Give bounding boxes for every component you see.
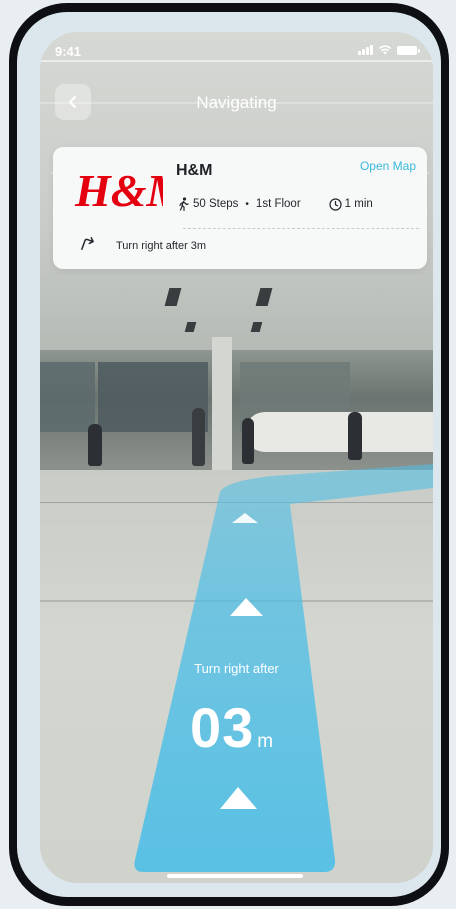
camera-view: 9:41 Navigating H&M H&M Open Map <box>40 32 433 883</box>
brand-logo-text: H&M <box>74 165 163 216</box>
walking-icon <box>179 197 189 211</box>
open-map-link[interactable]: Open Map <box>360 159 416 173</box>
guidance-label: Turn right after <box>194 661 279 676</box>
steps-count: 50 Steps <box>193 198 239 210</box>
signal-icon <box>358 45 373 55</box>
eta-time: 1 min <box>344 198 373 210</box>
eta: 1 min <box>329 197 373 211</box>
battery-icon <box>397 46 420 55</box>
brand-logo: H&M <box>74 165 163 216</box>
distance-unit: m <box>257 731 274 752</box>
destination-name: H&M <box>176 162 213 179</box>
status-time: 9:41 <box>55 44 82 59</box>
meta-separator: • <box>245 198 249 210</box>
page-title: Navigating <box>196 93 277 112</box>
destination-card: H&M H&M Open Map 50 Steps • 1st Floor 1 … <box>53 147 427 269</box>
status-icons <box>358 45 420 55</box>
clock-icon <box>329 197 342 211</box>
wifi-icon <box>378 45 392 55</box>
instruction-text: Turn right after 3m <box>116 240 207 252</box>
distance-readout: 03 m <box>190 695 273 760</box>
card-divider <box>183 228 419 229</box>
distance-value: 03 <box>190 696 255 759</box>
floor-label: 1st Floor <box>255 198 301 210</box>
home-indicator[interactable] <box>167 874 303 878</box>
trip-meta: 50 Steps • 1st Floor 1 min <box>177 197 373 211</box>
turn-right-icon <box>81 237 94 250</box>
